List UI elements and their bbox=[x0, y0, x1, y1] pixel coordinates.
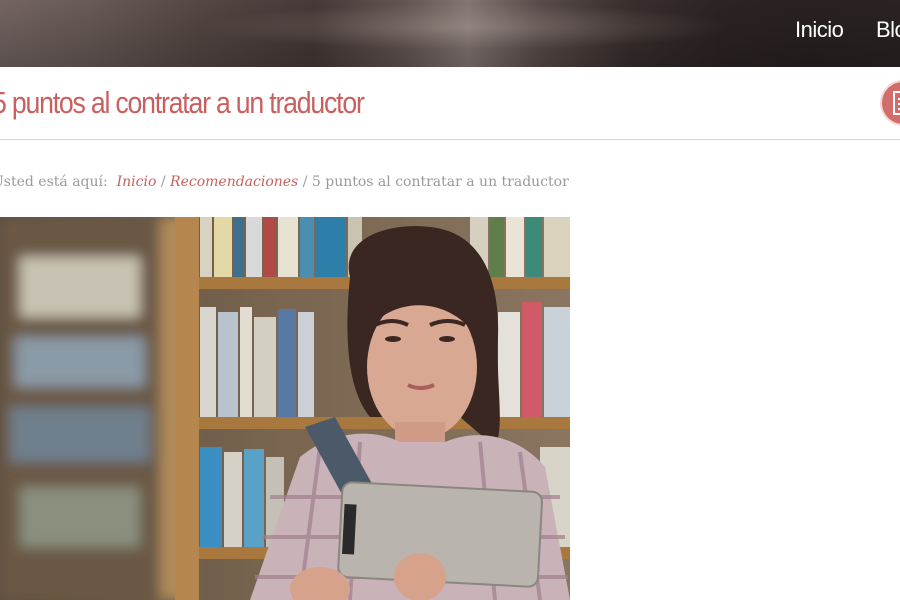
breadcrumb-separator: / bbox=[302, 174, 312, 190]
breadcrumb: Usted está aquí: Inicio / Recomendacione… bbox=[0, 174, 569, 190]
featured-image bbox=[0, 217, 570, 600]
nav-item-inicio[interactable]: Inicio bbox=[795, 17, 844, 43]
breadcrumb-prefix: Usted está aquí: bbox=[0, 174, 108, 190]
nav-item-blog[interactable]: Blog bbox=[876, 17, 900, 43]
breadcrumb-link-inicio[interactable]: Inicio bbox=[117, 174, 157, 190]
breadcrumb-current: 5 puntos al contratar a un traductor bbox=[311, 174, 569, 190]
breadcrumb-separator: / bbox=[160, 174, 171, 190]
featured-image-illustration bbox=[0, 217, 570, 600]
header-bar: Inicio Blog bbox=[0, 0, 900, 67]
title-row: 5 puntos al contratar a un traductor bbox=[0, 67, 900, 140]
page-title: 5 puntos al contratar a un traductor bbox=[0, 85, 365, 120]
breadcrumb-link-recomendaciones[interactable]: Recomendaciones bbox=[170, 174, 298, 190]
